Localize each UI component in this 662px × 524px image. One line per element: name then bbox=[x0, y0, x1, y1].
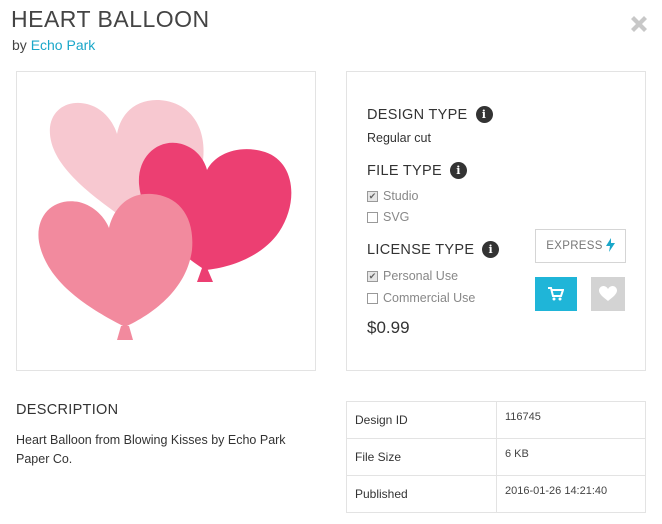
info-icon[interactable]: i bbox=[449, 162, 467, 179]
description-heading: DESCRIPTION bbox=[16, 402, 119, 418]
description-text: Heart Balloon from Blowing Kisses by Ech… bbox=[16, 433, 286, 466]
byline: by Echo Park bbox=[12, 37, 95, 53]
file-type-heading: FILE TYPE i bbox=[367, 162, 467, 179]
cart-icon bbox=[548, 287, 564, 301]
info-icon[interactable]: i bbox=[475, 106, 493, 123]
file-type-svg-option[interactable]: SVG bbox=[367, 210, 409, 224]
checkbox-unchecked[interactable] bbox=[367, 211, 378, 223]
design-info-panel: DESIGN TYPE i Regular cut FILE TYPE i ✔ … bbox=[346, 71, 646, 371]
table-row: Design ID 116745 bbox=[346, 401, 646, 439]
design-type-label: DESIGN TYPE bbox=[367, 106, 468, 123]
express-button[interactable]: EXPRESS bbox=[535, 229, 626, 263]
heart-icon bbox=[599, 286, 617, 301]
license-type-heading: LICENSE TYPE i bbox=[367, 241, 500, 258]
byline-prefix: by bbox=[12, 37, 27, 53]
license-personal-label: Personal Use bbox=[383, 269, 459, 283]
heart-balloons-illustration bbox=[38, 99, 292, 340]
file-type-label: FILE TYPE bbox=[367, 162, 442, 179]
page-title: HEART BALLOON bbox=[11, 6, 210, 32]
author-link[interactable]: Echo Park bbox=[31, 37, 96, 53]
license-type-label: LICENSE TYPE bbox=[367, 241, 475, 258]
table-row: Published 2016-01-26 14:21:40 bbox=[346, 475, 646, 513]
express-label: EXPRESS bbox=[546, 240, 603, 252]
checkbox-checked[interactable]: ✔ bbox=[367, 270, 378, 282]
checkbox-checked[interactable]: ✔ bbox=[367, 190, 378, 202]
info-icon[interactable]: i bbox=[482, 241, 500, 258]
add-to-cart-button[interactable] bbox=[535, 277, 577, 311]
design-details-table: Design ID 116745 File Size 6 KB Publishe… bbox=[346, 401, 646, 513]
file-type-studio-option[interactable]: ✔ Studio bbox=[367, 189, 418, 203]
license-commercial-label: Commercial Use bbox=[383, 291, 476, 305]
design-image bbox=[16, 71, 316, 371]
file-size-value: 6 KB bbox=[496, 438, 646, 476]
file-size-label: File Size bbox=[346, 438, 497, 476]
bolt-icon bbox=[605, 237, 615, 255]
published-value: 2016-01-26 14:21:40 bbox=[496, 475, 646, 513]
design-id-label: Design ID bbox=[346, 401, 497, 439]
favorite-button[interactable] bbox=[591, 277, 625, 311]
close-icon[interactable] bbox=[627, 12, 651, 36]
published-label: Published bbox=[346, 475, 497, 513]
design-type-value: Regular cut bbox=[367, 131, 431, 145]
design-type-heading: DESIGN TYPE i bbox=[367, 106, 493, 123]
license-commercial-option[interactable]: Commercial Use bbox=[367, 291, 475, 305]
file-type-svg-label: SVG bbox=[383, 210, 410, 224]
balloon-pink bbox=[38, 193, 193, 327]
checkbox-unchecked[interactable] bbox=[367, 292, 378, 304]
license-personal-option[interactable]: ✔ Personal Use bbox=[367, 269, 458, 283]
table-row: File Size 6 KB bbox=[346, 438, 646, 476]
file-type-studio-label: Studio bbox=[383, 189, 419, 203]
price: $0.99 bbox=[367, 318, 410, 337]
design-id-value: 116745 bbox=[496, 401, 646, 439]
